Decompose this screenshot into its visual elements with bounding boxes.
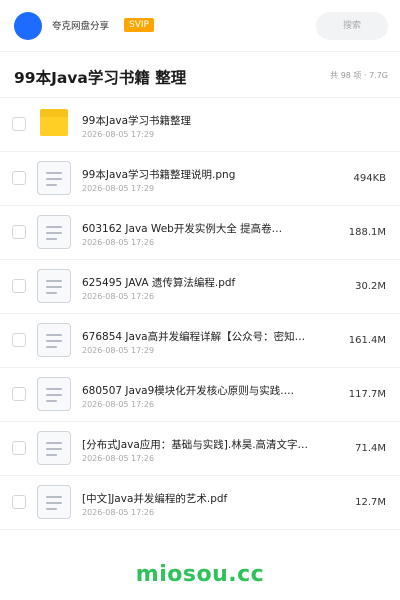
file-size: 30.2M bbox=[355, 281, 386, 292]
file-icon bbox=[37, 485, 71, 519]
file-size: 117.7M bbox=[348, 389, 386, 400]
file-size: 71.4M bbox=[355, 443, 386, 454]
file-size: 161.4M bbox=[348, 335, 386, 346]
file-name: 680507 Java9模块化开发核心原则与实践.… bbox=[82, 385, 295, 397]
file-date: 2026-08-05 17:26 bbox=[82, 400, 155, 409]
select-checkbox[interactable] bbox=[12, 117, 26, 131]
list-item[interactable]: [分布式Java应用：基础与实践].林昊.高清文字… 2026-08-05 17… bbox=[0, 422, 400, 476]
folder-title-bar: 99本Java学习书籍 整理 共 98 项 · 7.7G bbox=[0, 52, 400, 98]
select-checkbox[interactable] bbox=[12, 333, 26, 347]
select-checkbox[interactable] bbox=[12, 387, 26, 401]
folder-meta: 共 98 项 · 7.7G bbox=[330, 71, 388, 80]
file-date: 2026-08-05 17:29 bbox=[82, 184, 155, 193]
file-size: 494KB bbox=[353, 173, 386, 184]
file-icon bbox=[37, 215, 71, 249]
file-size: 188.1M bbox=[348, 227, 386, 238]
file-icon bbox=[37, 269, 71, 303]
file-list: 99本Java学习书籍整理 2026-08-05 17:29 99本Java学习… bbox=[0, 98, 400, 530]
svip-badge: SVIP bbox=[124, 18, 154, 32]
list-item[interactable]: 625495 JAVA 遗传算法编程.pdf 2026-08-05 17:26 … bbox=[0, 260, 400, 314]
file-icon bbox=[37, 377, 71, 411]
watermark: miosou.cc bbox=[135, 562, 265, 587]
select-checkbox[interactable] bbox=[12, 495, 26, 509]
folder-icon bbox=[37, 107, 71, 141]
top-header: 夸克网盘分享 SVIP 搜索 bbox=[0, 0, 400, 52]
list-item[interactable]: 676854 Java高并发编程详解【公众号：密知… 2026-08-05 17… bbox=[0, 314, 400, 368]
list-item[interactable]: [中文]Java并发编程的艺术.pdf 2026-08-05 17:26 12.… bbox=[0, 476, 400, 530]
file-icon bbox=[37, 161, 71, 195]
list-item[interactable]: 99本Java学习书籍整理说明.png 2026-08-05 17:29 494… bbox=[0, 152, 400, 206]
file-name: [分布式Java应用：基础与实践].林昊.高清文字… bbox=[82, 439, 309, 451]
select-checkbox[interactable] bbox=[12, 279, 26, 293]
file-name: 99本Java学习书籍整理说明.png bbox=[82, 169, 236, 181]
file-date: 2026-08-05 17:29 bbox=[82, 346, 155, 355]
file-name: [中文]Java并发编程的艺术.pdf bbox=[82, 493, 228, 505]
list-item[interactable]: 603162 Java Web开发实例大全 提高卷… 2026-08-05 17… bbox=[0, 206, 400, 260]
file-name: 99本Java学习书籍整理 bbox=[82, 115, 192, 127]
brand-name: 夸克网盘分享 bbox=[52, 21, 110, 32]
file-date: 2026-08-05 17:26 bbox=[82, 292, 155, 301]
avatar[interactable] bbox=[14, 12, 42, 40]
select-checkbox[interactable] bbox=[12, 441, 26, 455]
file-date: 2026-08-05 17:26 bbox=[82, 454, 155, 463]
search-button[interactable]: 搜索 bbox=[316, 12, 388, 40]
file-date: 2026-08-05 17:26 bbox=[82, 238, 155, 247]
list-item[interactable]: 99本Java学习书籍整理 2026-08-05 17:29 bbox=[0, 98, 400, 152]
file-date: 2026-08-05 17:26 bbox=[82, 508, 155, 517]
list-item[interactable]: 680507 Java9模块化开发核心原则与实践.… 2026-08-05 17… bbox=[0, 368, 400, 422]
file-name: 603162 Java Web开发实例大全 提高卷… bbox=[82, 223, 283, 235]
file-icon bbox=[37, 323, 71, 357]
file-date: 2026-08-05 17:29 bbox=[82, 130, 155, 139]
select-checkbox[interactable] bbox=[12, 225, 26, 239]
file-name: 676854 Java高并发编程详解【公众号：密知… bbox=[82, 331, 306, 343]
file-size: 12.7M bbox=[355, 497, 386, 508]
page-title: 99本Java学习书籍 整理 bbox=[14, 69, 187, 87]
file-name: 625495 JAVA 遗传算法编程.pdf bbox=[82, 277, 236, 289]
file-icon bbox=[37, 431, 71, 465]
select-checkbox[interactable] bbox=[12, 171, 26, 185]
